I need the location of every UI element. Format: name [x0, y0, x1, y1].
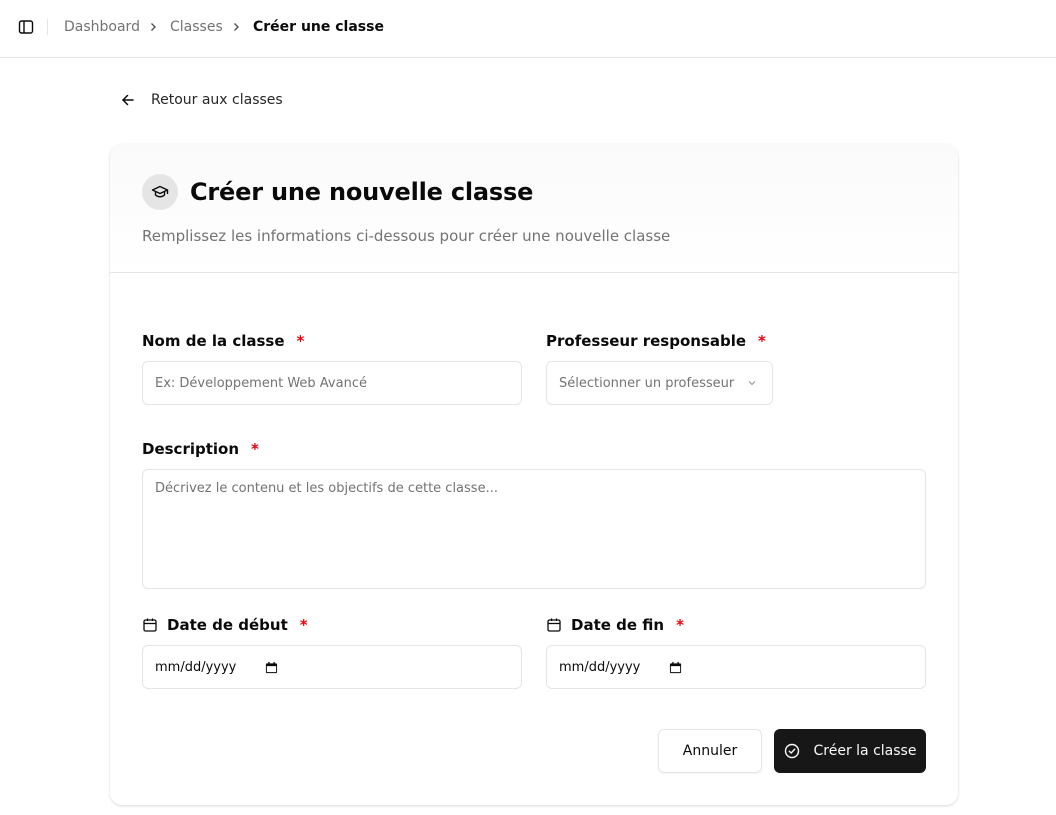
end-date-label: Date de fin * [546, 615, 684, 635]
cancel-button-label: Annuler [682, 743, 738, 759]
class-name-input[interactable] [142, 361, 522, 405]
end-date-label-text: Date de fin [571, 616, 665, 634]
teacher-label-text: Professeur responsable [546, 332, 747, 350]
class-name-label-text: Nom de la classe [142, 332, 285, 350]
chevron-down-icon [746, 377, 758, 389]
card-description: Remplissez les informations ci-dessous p… [142, 227, 671, 245]
cancel-button[interactable]: Annuler [658, 729, 762, 773]
start-date-input[interactable]: mm/dd/yyyy [142, 645, 522, 689]
calendar-icon [142, 617, 158, 633]
top-bar: Dashboard Classes Créer une classe [0, 0, 1056, 58]
required-mark: * [296, 332, 305, 350]
end-date-input[interactable]: mm/dd/yyyy [546, 645, 926, 689]
card-title: Créer une nouvelle classe [190, 178, 534, 206]
required-mark: * [251, 440, 259, 458]
create-class-button[interactable]: Créer la classe [774, 729, 926, 773]
required-mark: * [676, 616, 684, 634]
chevron-right-icon [228, 19, 244, 35]
back-link-label: Retour aux classes [151, 92, 283, 108]
card-header: Créer une nouvelle classe Remplissez les… [110, 144, 958, 273]
sidebar-toggle-icon[interactable] [16, 17, 36, 37]
description-label: Description * [142, 439, 259, 459]
breadcrumb-dashboard[interactable]: Dashboard [64, 17, 140, 37]
calendar-icon [546, 617, 562, 633]
breadcrumb-classes[interactable]: Classes [170, 17, 223, 37]
back-to-classes-link[interactable]: Retour aux classes [120, 89, 283, 111]
check-circle-icon [784, 743, 800, 759]
required-mark: * [758, 332, 766, 350]
class-name-label: Nom de la classe * [142, 331, 304, 351]
teacher-select-placeholder: Sélectionner un professeur [559, 375, 735, 391]
end-date-format: mm/dd/yyyy [559, 659, 641, 675]
start-date-format: mm/dd/yyyy [155, 659, 237, 675]
breadcrumb-current: Créer une classe [253, 19, 384, 35]
start-date-label-text: Date de début [167, 616, 288, 634]
graduation-cap-icon [142, 174, 178, 210]
calendar-picker-icon[interactable] [669, 661, 682, 674]
description-textarea[interactable] [142, 469, 926, 589]
chevron-right-icon [145, 19, 161, 35]
required-mark: * [299, 616, 308, 634]
arrow-left-icon [120, 92, 136, 108]
description-label-text: Description [142, 440, 240, 458]
teacher-select[interactable]: Sélectionner un professeur [546, 361, 773, 405]
create-class-card: Créer une nouvelle classe Remplissez les… [110, 144, 958, 805]
start-date-label: Date de début * [142, 615, 308, 635]
teacher-label: Professeur responsable * [546, 331, 766, 351]
toolbar-divider [47, 19, 48, 35]
calendar-picker-icon[interactable] [265, 661, 278, 674]
create-class-button-label: Créer la classe [813, 743, 917, 759]
